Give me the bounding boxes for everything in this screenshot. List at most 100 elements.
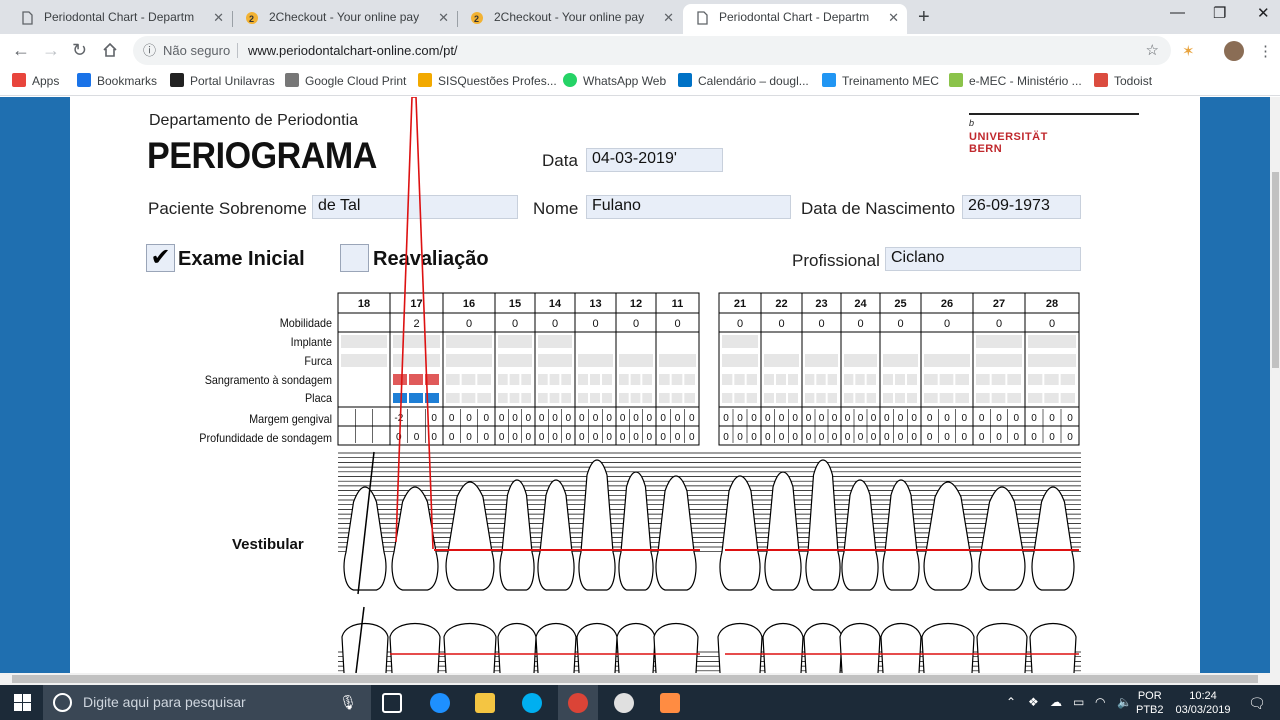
probing-depth-value: 0	[484, 432, 490, 443]
close-window-button[interactable]: ✕	[1257, 4, 1270, 22]
extension-icon[interactable]: ✶	[1182, 42, 1195, 60]
plaque-site	[764, 393, 774, 403]
bleeding-site	[561, 374, 571, 385]
bleeding-site	[477, 374, 491, 385]
onedrive-icon[interactable]: ☁	[1050, 695, 1062, 709]
system-clock[interactable]: 10:24 03/03/2019	[1172, 689, 1234, 717]
input-placeholder	[883, 354, 918, 367]
gingival-margin-value: 0	[979, 413, 985, 424]
wifi-icon[interactable]: ◠	[1095, 695, 1105, 709]
mobility-value: 0	[466, 318, 472, 330]
close-icon[interactable]: ✕	[888, 4, 899, 31]
probing-depth-value: 0	[499, 432, 505, 443]
address-bar[interactable]: ⓘ Não seguro www.periodontalchart-online…	[133, 36, 1171, 65]
bookmark-apps[interactable]: Apps	[12, 73, 59, 88]
bookmark-label: Apps	[32, 74, 60, 88]
microphone-icon[interactable]: 🎙	[339, 685, 357, 720]
probing-depth-value: 0	[996, 432, 1002, 443]
bleeding-site	[521, 374, 531, 385]
tab-4-active[interactable]: Periodontal Chart - Department of ✕	[683, 4, 907, 34]
plaque-site	[1028, 393, 1043, 403]
bleeding-site	[372, 374, 386, 385]
apps-grid-icon	[12, 73, 26, 87]
edge-icon[interactable]	[430, 693, 450, 713]
input-language[interactable]: POR PTB2	[1136, 689, 1164, 717]
plaque-site	[561, 393, 571, 403]
input-placeholder	[538, 354, 572, 367]
tab-title: 2Checkout - Your online payment	[269, 10, 419, 24]
back-arrow-icon[interactable]: ←	[12, 40, 30, 61]
close-icon[interactable]: ✕	[438, 4, 449, 31]
plaque-site	[1044, 393, 1059, 403]
upper-tooth	[923, 481, 973, 591]
plaque-site	[939, 393, 954, 403]
bookmark-star-icon[interactable]: ☆	[1146, 36, 1159, 65]
tab-1[interactable]: Periodontal Chart - Department of ✕	[8, 4, 232, 34]
plaque-site	[521, 393, 531, 403]
home-icon[interactable]	[102, 42, 118, 58]
vertical-scrollbar-thumb[interactable]	[1272, 172, 1279, 368]
bookmark-whatsapp[interactable]: WhatsApp Web	[563, 73, 666, 88]
bookmark-label: e-MEC - Ministério ...	[969, 74, 1082, 88]
bookmark-sisquestoes[interactable]: SISQuestões Profes...	[418, 73, 557, 88]
bookmark-calendario[interactable]: Calendário – dougl...	[678, 73, 809, 88]
bookmark-portal-unilavras[interactable]: Portal Unilavras	[170, 73, 275, 88]
windows-taskbar: Digite aqui para pesquisar 🎙 ⌃ ❖ ☁ ▭ ◠ 🔈…	[0, 685, 1280, 720]
gingival-margin-value: 0	[566, 413, 572, 424]
lower-tooth	[880, 623, 922, 673]
bookmark-todoist[interactable]: Todoist	[1094, 73, 1152, 88]
file-explorer-icon[interactable]	[475, 693, 495, 713]
dropbox-icon[interactable]: ❖	[1028, 695, 1039, 709]
windows-start-icon[interactable]	[14, 694, 31, 711]
table-cell	[337, 406, 391, 427]
tray-chevron-icon[interactable]: ⌃	[1006, 695, 1016, 709]
probing-depth-value: 0	[593, 432, 599, 443]
notifications-icon[interactable]: 🗨	[1248, 695, 1266, 712]
probing-depth-value: 0	[962, 432, 968, 443]
bookmark-google-cloud-print[interactable]: Google Cloud Print	[285, 73, 406, 88]
bookmark-label: Treinamento MEC	[842, 74, 939, 88]
reload-icon[interactable]: ↻	[72, 40, 87, 61]
browser-toolbar: ← → ↻ ⓘ Não seguro www.periodontalchart-…	[0, 34, 1280, 67]
probing-depth-value: 0	[606, 432, 612, 443]
skype-icon[interactable]	[522, 693, 542, 713]
info-icon[interactable]: ⓘ	[143, 36, 156, 65]
upper-tooth	[537, 479, 575, 591]
bookmarks-bar: Apps Bookmarks Portal Unilavras Google C…	[0, 67, 1280, 96]
maximize-button[interactable]: ❐	[1213, 4, 1226, 22]
tab-3[interactable]: 2 2Checkout - Your online payment ✕	[458, 4, 682, 34]
chrome-icon[interactable]	[568, 693, 588, 713]
close-icon[interactable]: ✕	[663, 4, 674, 31]
avatar[interactable]	[1224, 41, 1244, 61]
bookmark-emec[interactable]: e-MEC - Ministério ...	[949, 73, 1082, 88]
input-placeholder	[393, 354, 440, 367]
bleeding-site	[498, 374, 508, 385]
pinwheel-app-icon[interactable]	[614, 693, 634, 713]
lower-tooth	[921, 623, 975, 673]
input-placeholder	[844, 354, 877, 367]
forward-arrow-icon[interactable]: →	[42, 40, 60, 61]
photos-app-icon[interactable]	[660, 693, 680, 713]
bookmark-treinamento-mec[interactable]: Treinamento MEC	[822, 73, 939, 88]
horizontal-scrollbar-thumb[interactable]	[12, 675, 1258, 683]
volume-icon[interactable]: 🔈	[1117, 695, 1132, 709]
task-view-icon[interactable]	[382, 693, 402, 713]
bookmark-bookmarks[interactable]: Bookmarks	[77, 73, 157, 88]
menu-kebab-icon[interactable]: ⋮	[1258, 42, 1273, 60]
url-text[interactable]: www.periodontalchart-online.com/pt/	[248, 36, 458, 65]
minimize-button[interactable]: —	[1170, 4, 1185, 21]
plaque-site	[461, 393, 476, 403]
bleeding-site	[409, 374, 423, 385]
gingival-margin-value: 0	[723, 413, 729, 424]
tab-2[interactable]: 2 2Checkout - Your online payment ✕	[233, 4, 457, 34]
new-tab-button[interactable]: +	[918, 6, 930, 29]
close-icon[interactable]: ✕	[213, 4, 224, 31]
tooth-number: 16	[463, 298, 475, 310]
bleeding-site	[671, 374, 683, 385]
network-icon[interactable]: ▭	[1073, 695, 1084, 709]
gingival-margin-value: 0	[512, 413, 518, 424]
taskbar-search-box[interactable]: Digite aqui para pesquisar 🎙	[43, 685, 371, 720]
gingival-margin-value: 0	[819, 413, 825, 424]
plaque-site	[1060, 393, 1075, 403]
table-cell	[337, 425, 391, 446]
